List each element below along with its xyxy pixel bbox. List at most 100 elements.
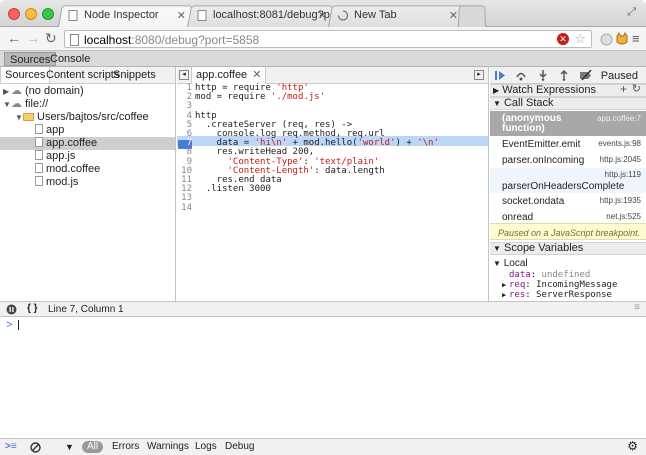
browser-toolbar: ← → ↻ localhost:8080/debug?port=5858 ✕ ☆… xyxy=(0,27,646,51)
filter-debug[interactable]: Debug xyxy=(225,441,254,453)
folder-icon xyxy=(23,113,34,121)
devtools-tabbar: Sources Console xyxy=(0,51,646,67)
add-watch-icon[interactable]: + xyxy=(620,83,627,95)
back-button[interactable]: ← xyxy=(7,31,21,45)
call-frame-location: events.js:98 xyxy=(598,139,641,148)
close-tab-icon[interactable]: ✕ xyxy=(177,9,186,22)
toggle-debugger-icon[interactable]: ▸ xyxy=(474,70,484,80)
cat-extension-icon[interactable] xyxy=(615,32,629,46)
tree-item[interactable]: app.js xyxy=(0,150,175,163)
minimize-window-button[interactable] xyxy=(25,8,37,20)
blocked-icon[interactable]: ✕ xyxy=(557,33,569,45)
close-tab-icon[interactable]: ✕ xyxy=(449,9,458,22)
watch-expressions-label: Watch Expressions xyxy=(502,84,596,96)
settings-gear-icon[interactable]: ⚙ xyxy=(627,440,638,452)
document-icon xyxy=(197,10,207,21)
deactivate-breakpoints-icon[interactable] xyxy=(579,70,593,81)
clear-console-icon[interactable] xyxy=(30,442,41,453)
nav-tab-snippets[interactable]: Snippets xyxy=(109,67,160,83)
scope-variables-header[interactable]: ▼ Scope Variables xyxy=(490,242,646,255)
address-bar[interactable]: localhost:8080/debug?port=5858 ✕ ☆ xyxy=(64,30,592,48)
console-drawer[interactable]: > xyxy=(0,317,646,438)
call-frame[interactable]: parserOnHeadersComplete http.js:119 xyxy=(490,168,646,193)
scope-variable[interactable]: ▶ res: ServerResponse xyxy=(502,290,612,300)
extension-icon[interactable] xyxy=(600,33,613,46)
tree-item[interactable]: app.coffee xyxy=(0,137,175,150)
call-frame[interactable]: socket.ondata http.js:1935 xyxy=(490,193,646,209)
call-frame[interactable]: (anonymous function) app.coffee:7 xyxy=(490,111,646,136)
watch-expressions-header[interactable]: ▶ Watch Expressions + ↻ xyxy=(490,83,646,97)
tab-node-inspector[interactable]: Node Inspector ✕ xyxy=(58,4,196,27)
tree-item[interactable]: ▼☁ file:// xyxy=(0,98,175,111)
call-frame-function: parserOnHeadersComplete xyxy=(502,181,625,192)
forward-button[interactable]: → xyxy=(26,31,40,45)
step-out-icon[interactable] xyxy=(558,70,570,81)
separator: : xyxy=(525,280,537,290)
code-token: : data.length xyxy=(314,165,385,176)
step-into-icon[interactable] xyxy=(537,70,549,81)
call-stack-header[interactable]: ▼ Call Stack xyxy=(490,97,646,110)
file-icon xyxy=(35,150,43,160)
tree-item-label: app.coffee xyxy=(46,137,98,149)
navigator-pane: Sources Content scripts Snippets ▶ ☁ (no d… xyxy=(0,67,176,301)
close-window-button[interactable] xyxy=(8,8,20,20)
call-stack-label: Call Stack xyxy=(503,97,554,109)
filter-warnings[interactable]: Warnings xyxy=(147,441,189,453)
tree-item[interactable]: mod.js xyxy=(0,176,175,189)
expand-icon: ▶ xyxy=(502,291,507,299)
tree-item-label: mod.coffee xyxy=(46,163,101,175)
toggle-navigator-icon[interactable]: ◂ xyxy=(179,70,189,80)
scope-variable[interactable]: data: undefined xyxy=(502,270,590,280)
refresh-watch-icon[interactable]: ↻ xyxy=(632,84,641,95)
code-token: mod = require xyxy=(195,92,271,103)
call-frame[interactable]: parser.onIncoming http.js:2045 xyxy=(490,152,646,168)
new-tab-button[interactable] xyxy=(458,4,486,27)
resume-icon[interactable] xyxy=(494,70,506,81)
scope-variables-label: Scope Variables xyxy=(503,242,584,254)
menu-icon[interactable]: ≡ xyxy=(632,31,640,46)
filter-all[interactable]: All xyxy=(82,441,104,453)
show-console-icon[interactable]: >≡ xyxy=(5,441,17,453)
call-frame-location: http.js:1935 xyxy=(599,196,641,205)
resize-handle-icon[interactable]: ≡ xyxy=(634,302,640,313)
tree-item[interactable]: ▶ ☁ (no domain) xyxy=(0,85,175,98)
expanded-icon: ▼ xyxy=(15,113,23,122)
separator: : xyxy=(530,270,542,280)
call-frame[interactable]: onread net.js:525 xyxy=(490,209,646,223)
scope-variable[interactable]: ▶ req: IncomingMessage xyxy=(502,280,617,290)
editor-tab-app-coffee[interactable]: app.coffee ✕ xyxy=(191,67,267,84)
console-caret xyxy=(18,320,19,330)
line-number[interactable]: 7 xyxy=(177,139,192,148)
expand-icon: ▼ xyxy=(493,244,501,253)
file-icon xyxy=(35,137,43,147)
reload-button[interactable]: ↻ xyxy=(45,31,57,45)
variable-value: IncomingMessage xyxy=(536,280,618,290)
filter-icon[interactable]: ▼ xyxy=(65,441,74,453)
filter-logs[interactable]: Logs xyxy=(195,441,217,453)
tree-item-label: (no domain) xyxy=(25,85,84,97)
scope-local[interactable]: ▼ Local xyxy=(493,258,528,269)
line-number[interactable]: 14 xyxy=(177,203,192,213)
tab-localhost-8081[interactable]: localhost:8081/debug?por ✕ xyxy=(187,4,337,27)
pause-on-exceptions-icon[interactable] xyxy=(6,304,17,315)
close-tab-icon[interactable]: ✕ xyxy=(252,69,261,81)
variable-name: res xyxy=(509,290,526,300)
file-icon xyxy=(35,176,43,186)
pretty-print-icon[interactable]: { } xyxy=(27,303,38,314)
maximize-window-button[interactable] xyxy=(42,8,54,20)
code-token: '\n' xyxy=(417,138,439,149)
tree-item[interactable]: app xyxy=(0,124,175,137)
fullscreen-icon[interactable]: ⤢ xyxy=(627,6,636,19)
tab-console[interactable]: Console xyxy=(45,52,95,66)
step-over-icon[interactable] xyxy=(515,70,527,81)
tree-item[interactable]: ▼ Users/bajtos/src/coffee xyxy=(0,111,175,124)
filter-errors[interactable]: Errors xyxy=(112,441,139,453)
call-frame[interactable]: EventEmitter.emit events.js:98 xyxy=(490,136,646,152)
tab-new-tab[interactable]: New Tab ✕ xyxy=(328,4,468,27)
tree-item[interactable]: mod.coffee xyxy=(0,163,175,176)
editor-tabs: ◂ app.coffee ✕ ▸ xyxy=(177,67,488,84)
call-frame-function: (anonymous function) xyxy=(502,113,562,134)
bookmark-star-icon[interactable]: ☆ xyxy=(574,31,586,47)
page-icon xyxy=(70,34,79,46)
close-tab-icon[interactable]: ✕ xyxy=(318,9,327,22)
